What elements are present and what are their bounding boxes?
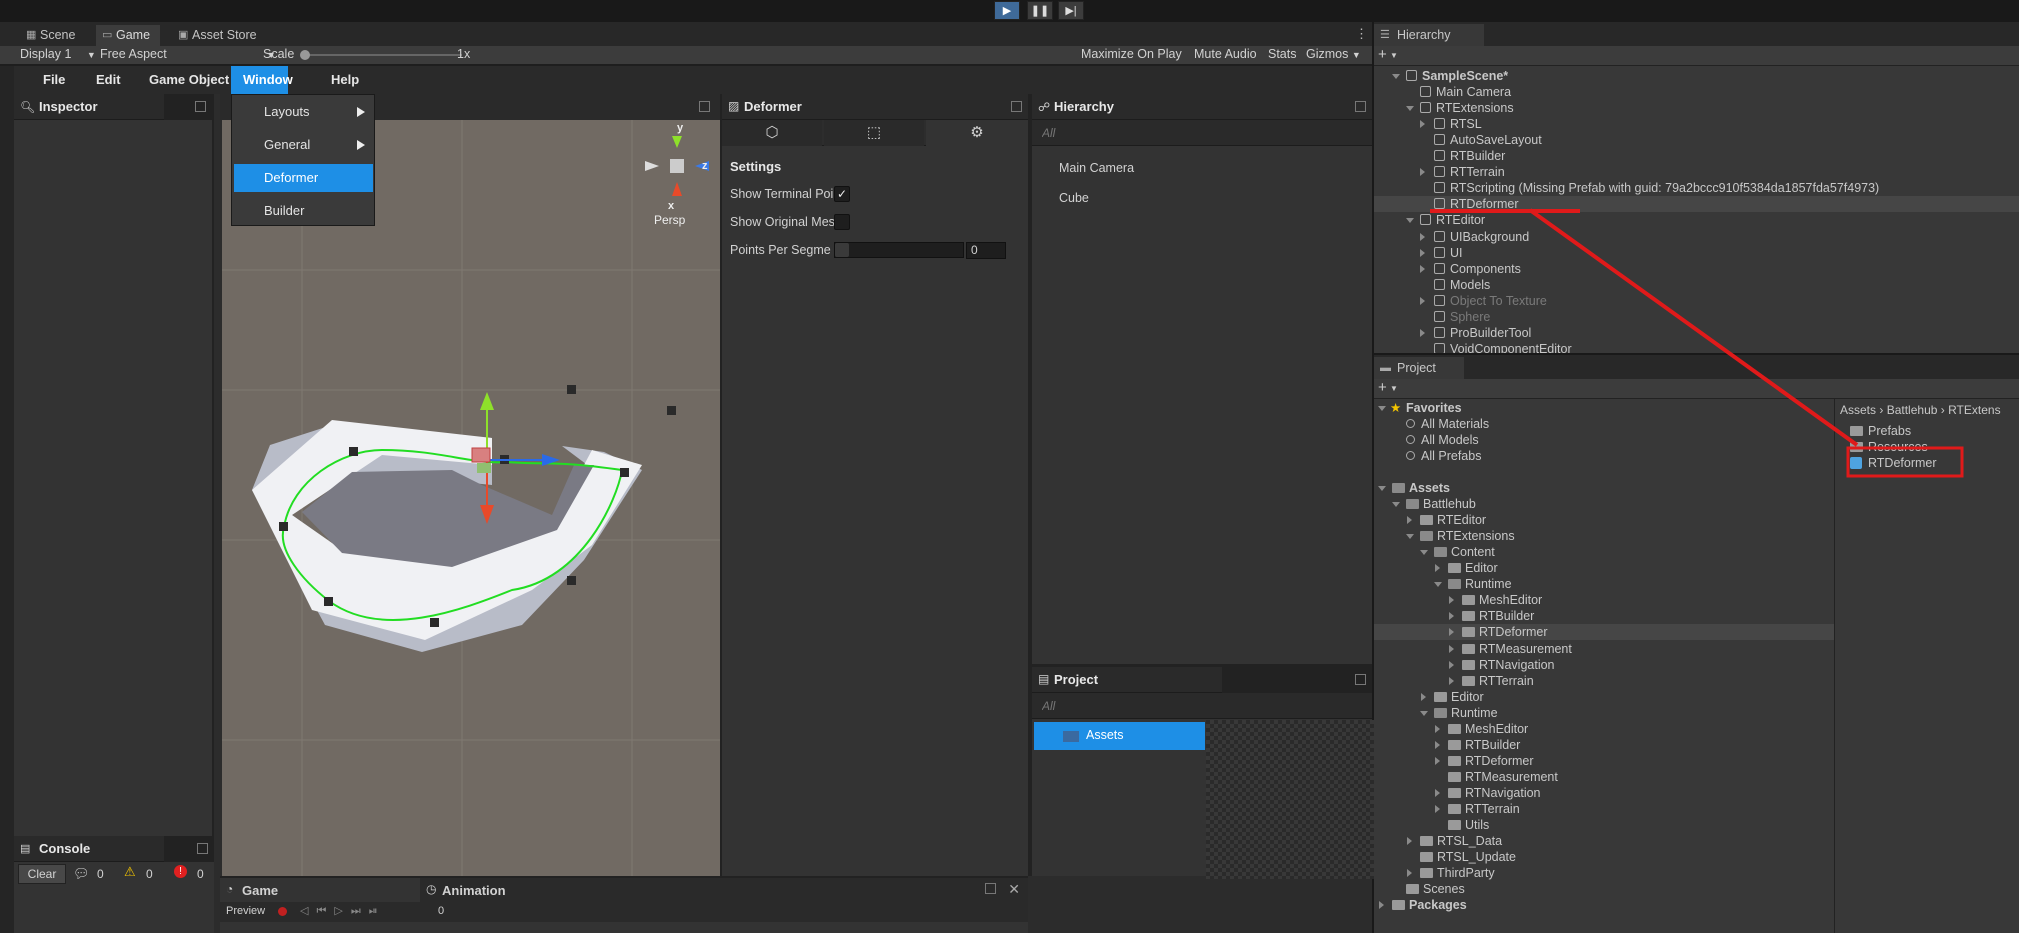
annotation-highlight-box — [1846, 446, 1964, 478]
annotation-arrow-line — [1528, 208, 1859, 447]
annotation-overlay — [1430, 208, 1964, 478]
